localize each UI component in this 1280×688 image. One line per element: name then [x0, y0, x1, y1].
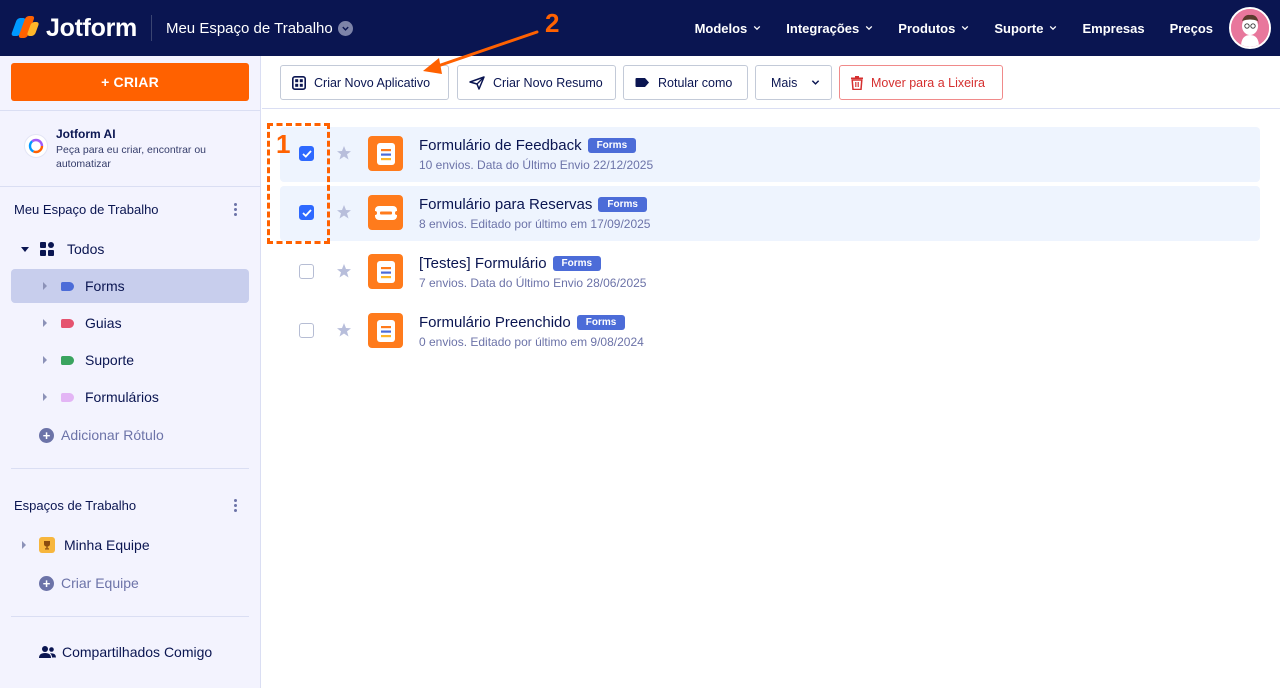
annotation-arrow: [423, 30, 539, 74]
